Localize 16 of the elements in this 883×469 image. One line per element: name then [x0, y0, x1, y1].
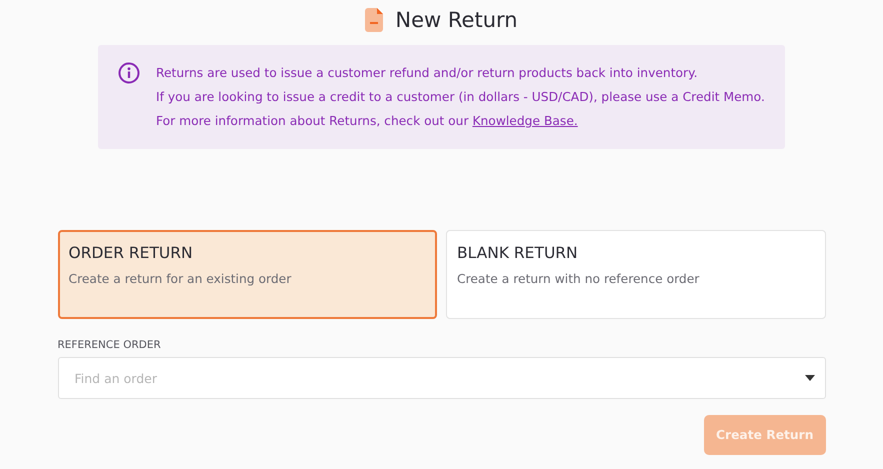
card-title: BLANK RETURN — [457, 244, 579, 262]
card-description: Create a return with no reference order — [457, 272, 700, 286]
page-title: New Return — [395, 8, 518, 32]
caret-icon — [804, 375, 814, 381]
field-label: REFERENCE ORDER — [58, 339, 162, 351]
info-text: For more information about Returns, check out our Knowledge Base. — [156, 113, 579, 130]
info-icon — [118, 62, 140, 84]
info-text: If you are looking to issue a credit to a customer (in dollars - USD/CAD), please use a Credit Memo. — [156, 89, 765, 106]
return-type-card[interactable]: ORDER RETURN Create a return for an existing order — [58, 230, 437, 319]
document-icon — [365, 8, 384, 32]
order-select-field[interactable]: Find an order — [58, 357, 826, 399]
knowledge-base-link[interactable]: Knowledge Base. — [472, 114, 578, 128]
card-title: ORDER RETURN — [68, 244, 194, 262]
return-type-card[interactable]: BLANK RETURN Create a return with no reference order — [446, 230, 826, 319]
card-description: Create a return for an existing order — [68, 272, 292, 286]
info-text: Returns are used to issue a customer refund and/or return products back into inventory. — [156, 65, 699, 82]
